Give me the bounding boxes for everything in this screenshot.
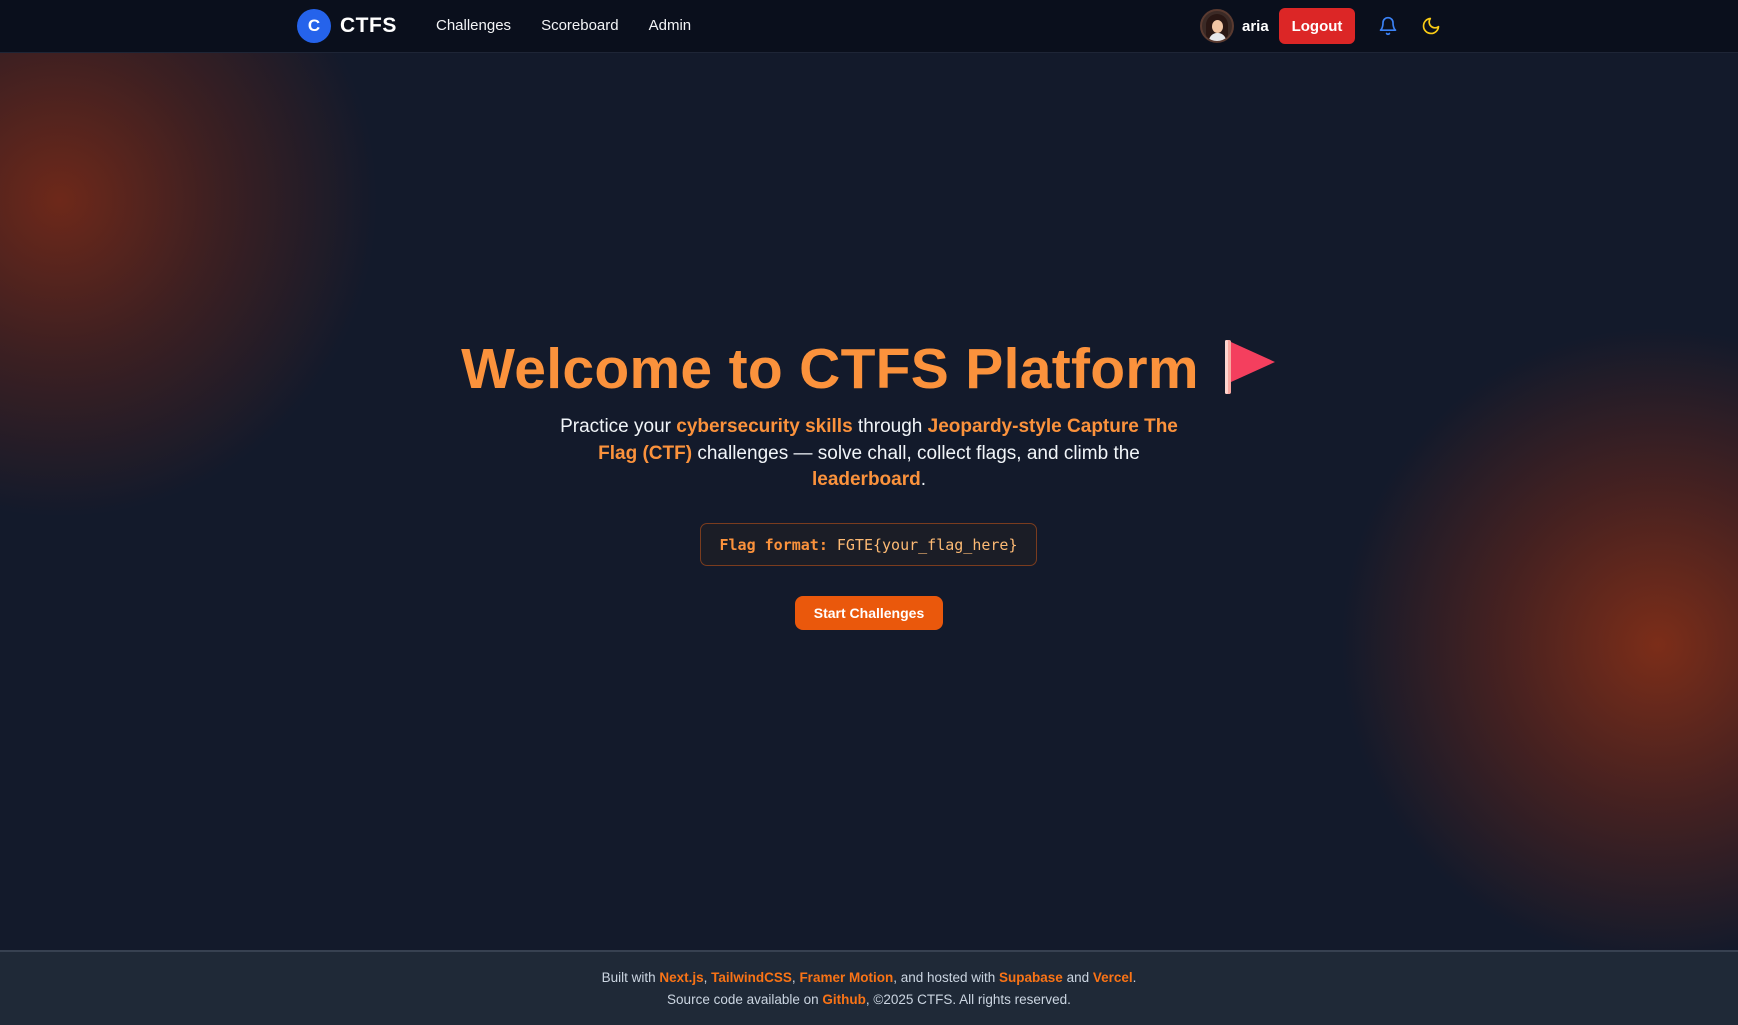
subtitle-part: . (920, 469, 927, 490)
flag-format-label: Flag format: (719, 535, 828, 554)
nav-link-challenges[interactable]: Challenges (436, 17, 511, 34)
subtitle-highlight: leaderboard (811, 469, 921, 490)
footer-link-supabase[interactable]: Supabase (999, 970, 1063, 985)
bell-icon[interactable] (1378, 15, 1398, 37)
page: C CTFS Challenges Scoreboard Admin aria … (0, 0, 1738, 1025)
footer-link-nextjs[interactable]: Next.js (659, 970, 703, 985)
footer-text: Built with (601, 970, 660, 985)
nav-links: Challenges Scoreboard Admin (436, 17, 691, 34)
hero-title: Welcome to CTFS Platform (0, 336, 1738, 402)
footer: Built with Next.js, TailwindCSS, Framer … (0, 950, 1738, 1025)
brand-name: CTFS (340, 14, 397, 37)
footer-source: Source code available on Github, ©2025 C… (0, 992, 1738, 1007)
avatar[interactable] (1200, 9, 1234, 43)
start-challenges-button[interactable]: Start Challenges (795, 596, 943, 630)
footer-link-vercel[interactable]: Vercel (1093, 970, 1133, 985)
background-glow-top-left (0, 0, 380, 520)
footer-text: , and hosted with (893, 970, 1000, 985)
user-menu[interactable]: aria (1200, 9, 1269, 43)
footer-text: , ©2025 CTFS. All rights reserved. (865, 992, 1071, 1007)
footer-credits: Built with Next.js, TailwindCSS, Framer … (0, 970, 1738, 985)
hero-title-text: Welcome to CTFS Platform (461, 337, 1199, 401)
footer-text: . (1132, 970, 1137, 985)
subtitle-part: challenges — solve chall, collect flags,… (692, 442, 1140, 464)
footer-link-framer-motion[interactable]: Framer Motion (799, 970, 893, 985)
flag-format-value: FGTE{your_flag_here} (836, 535, 1018, 554)
brand-logo[interactable]: C CTFS (297, 9, 397, 43)
top-navbar: C CTFS Challenges Scoreboard Admin aria … (0, 0, 1738, 53)
footer-link-tailwindcss[interactable]: TailwindCSS (711, 970, 792, 985)
footer-text: and (1062, 970, 1093, 985)
subtitle-highlight: cybersecurity skills (676, 416, 853, 437)
hero-subtitle: Practice your cybersecurity skills throu… (555, 414, 1183, 494)
footer-link-github[interactable]: Github (822, 992, 866, 1007)
logo-badge: C (297, 9, 331, 43)
subtitle-part: through (852, 416, 928, 437)
footer-text: Source code available on (667, 992, 823, 1007)
logout-button[interactable]: Logout (1279, 8, 1355, 44)
moon-icon[interactable] (1421, 15, 1441, 37)
username: aria (1242, 17, 1269, 35)
subtitle-part: Practice your (560, 416, 677, 437)
nav-link-admin[interactable]: Admin (649, 17, 692, 34)
nav-link-scoreboard[interactable]: Scoreboard (541, 17, 619, 34)
flag-icon (1221, 338, 1277, 396)
background-glow-bottom-right (1338, 325, 1738, 965)
flag-format-box: Flag format: FGTE{your_flag_here} (700, 523, 1037, 566)
